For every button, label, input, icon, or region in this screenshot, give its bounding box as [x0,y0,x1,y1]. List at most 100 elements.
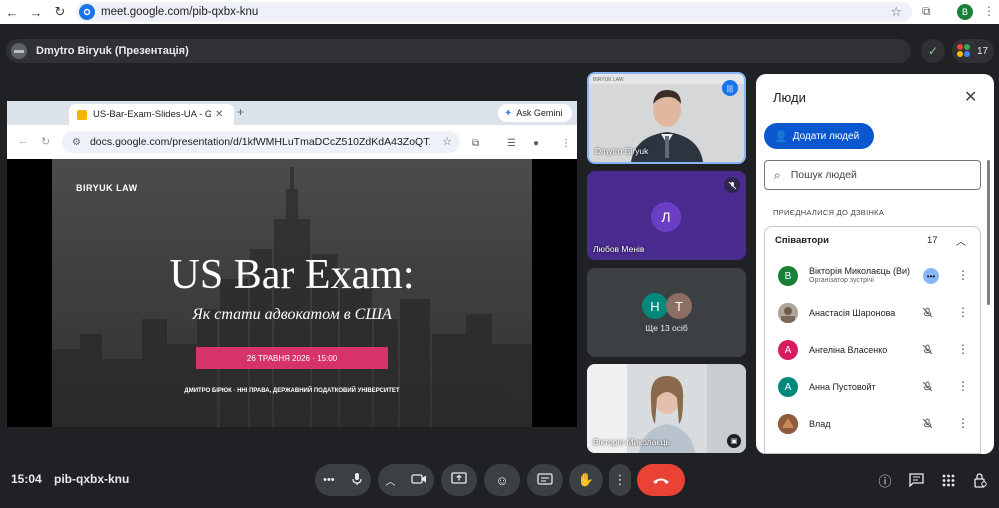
avatar: Л [651,202,681,232]
participant-row[interactable]: Влад ⋮ [765,407,980,443]
chevron-up-icon[interactable]: ︿ [386,473,396,488]
avatar: А [778,340,798,360]
present-screen-button[interactable] [441,464,477,496]
participants-button[interactable]: 17 [952,39,994,63]
search-icon: ⌕ [774,167,781,182]
video-tile-viktoriia[interactable]: Вікторія Миколаєць ▣ [587,364,746,453]
kebab-menu-icon[interactable]: ⋮ [957,305,969,319]
more-actions-icon[interactable]: ••• [923,268,939,284]
video-tile-dmytro[interactable]: BIRYUK LAW ||| Dmytro Biryuk [587,72,746,164]
mic-off-icon[interactable] [922,344,933,358]
mic-control[interactable]: ••• [315,464,371,496]
captions-button[interactable] [527,464,563,496]
group-count: 17 [927,235,938,246]
slide-brand: BIRYUK LAW [76,183,138,193]
avatar: Т [666,293,692,319]
participant-name: Анна Пустовойт [809,382,876,392]
more-options-icon[interactable]: ••• [323,474,335,486]
emoji-icon: ☺ [495,472,509,488]
back-icon[interactable]: ← [0,0,24,24]
profile-avatar[interactable]: B [957,4,973,20]
add-people-label: Додати людей [792,130,860,142]
presenter-bar[interactable]: Dmytro Biryuk (Презентація) [6,39,911,63]
kebab-menu-icon[interactable]: ⋮ [957,379,969,393]
participant-count: 17 [977,45,989,57]
participant-row[interactable]: Анастасія Шаронова ⋮ [765,296,980,332]
shared-browser-toolbar: ← ↻ ⚙ docs.google.com/presentation/d/1kf… [7,125,577,159]
camera-icon[interactable] [410,473,427,488]
tile-name: Любов Менів [593,244,645,254]
browser-menu-icon[interactable]: ⋮ [983,4,995,18]
reload-icon: ↻ [41,136,51,148]
tile-name: Dmytro Biryuk [595,146,649,156]
slides-icon [77,109,87,120]
raise-hand-button[interactable]: ✋ [569,464,603,496]
reload-icon[interactable]: ↻ [48,0,72,24]
menu-icon: ⋮ [561,138,571,149]
section-label: ПРИЄДНАЛИСЯ ДО ДЗВІНКА [773,208,885,217]
shared-tab-strip: US-Bar-Exam-Slides-UA - Go ✕ + ✦ Ask Gemi… [7,101,577,125]
mic-off-icon[interactable] [922,381,933,395]
reactions-button[interactable]: ☺ [484,464,520,496]
search-placeholder: Пошук людей [790,169,857,181]
participant-name: Влад [809,419,831,429]
avatar [778,414,798,434]
participant-row[interactable]: А Анна Пустовойт ⋮ [765,370,980,406]
extensions-icon[interactable]: ⧉ [922,4,931,19]
participant-row[interactable]: А Ангеліна Власенко ⋮ [765,333,980,369]
video-tile-lyubov[interactable]: Л Любов Менів [587,171,746,260]
kebab-menu-icon[interactable]: ⋮ [957,342,969,356]
more-participants-label: Ще 13 осіб [645,323,688,333]
captions-icon [537,472,553,488]
kebab-menu-icon[interactable]: ⋮ [957,268,969,282]
host-controls-icon[interactable] [969,469,991,491]
bookmark-star-icon[interactable]: ☆ [890,4,902,20]
forward-icon[interactable]: → [24,0,48,24]
panel-scrollbar[interactable] [987,160,990,305]
address-bar[interactable]: meet.google.com/pib-qxbx-knu ☆ [76,2,912,22]
mic-off-icon[interactable] [922,307,933,321]
picture-in-picture-icon[interactable]: ▣ [727,434,741,448]
chevron-up-icon[interactable]: ︿ [956,233,966,248]
meeting-info-icon[interactable]: ⓘ [874,469,896,491]
more-participants-tile[interactable]: Н Т Ще 13 осіб [587,268,746,357]
gemini-icon: ✦ [504,107,513,119]
participant-role: Організатор зустрічі [809,277,874,284]
extensions-icon: ⧉ [472,138,480,149]
site-settings-icon: ⚙ [72,136,81,148]
mic-off-icon [724,177,740,193]
participant-row[interactable]: В Вікторія Миколаєць (Ви) Організатор зу… [765,259,980,295]
slide-subtitle: Як стати адвокатом в США [192,306,392,323]
group-label: Співавтори [775,235,829,246]
slide-footer: ДМИТРО БІРЮК · ННІ ПРАВА, ДЕРЖАВНИЙ ПОДА… [184,388,400,394]
activities-icon[interactable] [937,469,959,491]
mic-icon[interactable] [351,472,363,489]
add-people-button[interactable]: 👤 Додати людей [764,123,874,149]
close-icon: ✕ [215,109,224,120]
check-icon[interactable]: ✓ [921,39,945,63]
kebab-menu-icon[interactable]: ⋮ [957,416,969,430]
mic-off-icon[interactable] [922,418,933,432]
close-icon[interactable]: ✕ [964,87,977,107]
participants-icon [957,44,971,58]
avatar: В [778,266,798,286]
slide-date-banner: 26 ТРАВНЯ 2026 · 15:00 [196,347,388,369]
camera-control[interactable]: ︿ [378,464,434,496]
panel-title: Люди [773,90,806,105]
presenter-avatar [11,43,27,59]
avatar [778,303,798,323]
chat-icon[interactable] [905,469,927,491]
more-options-button[interactable]: ⋮ [609,464,631,496]
collaborators-group: Співавтори 17 ︿ В Вікторія Миколаєць (Ви… [764,226,981,454]
participant-name: Анастасія Шаронова [809,308,896,318]
presentation-slide: BIRYUK LAW US Bar Exam: Як стати адвокат… [52,159,532,427]
browser-toolbar: ← → ↻ meet.google.com/pib-qxbx-knu ☆ ⧉ B… [0,0,999,24]
avatar: А [778,377,798,397]
bookmark-star-icon: ☆ [442,136,452,148]
search-people-input[interactable]: ⌕ Пошук людей [764,160,981,190]
site-info-icon[interactable] [79,4,95,20]
url-text: meet.google.com/pib-qxbx-knu [101,6,259,18]
leave-call-button[interactable] [637,464,685,496]
collaborators-header[interactable]: Співавтори 17 ︿ [765,227,980,253]
tile-logo-tag: BIRYUK LAW [593,77,624,83]
